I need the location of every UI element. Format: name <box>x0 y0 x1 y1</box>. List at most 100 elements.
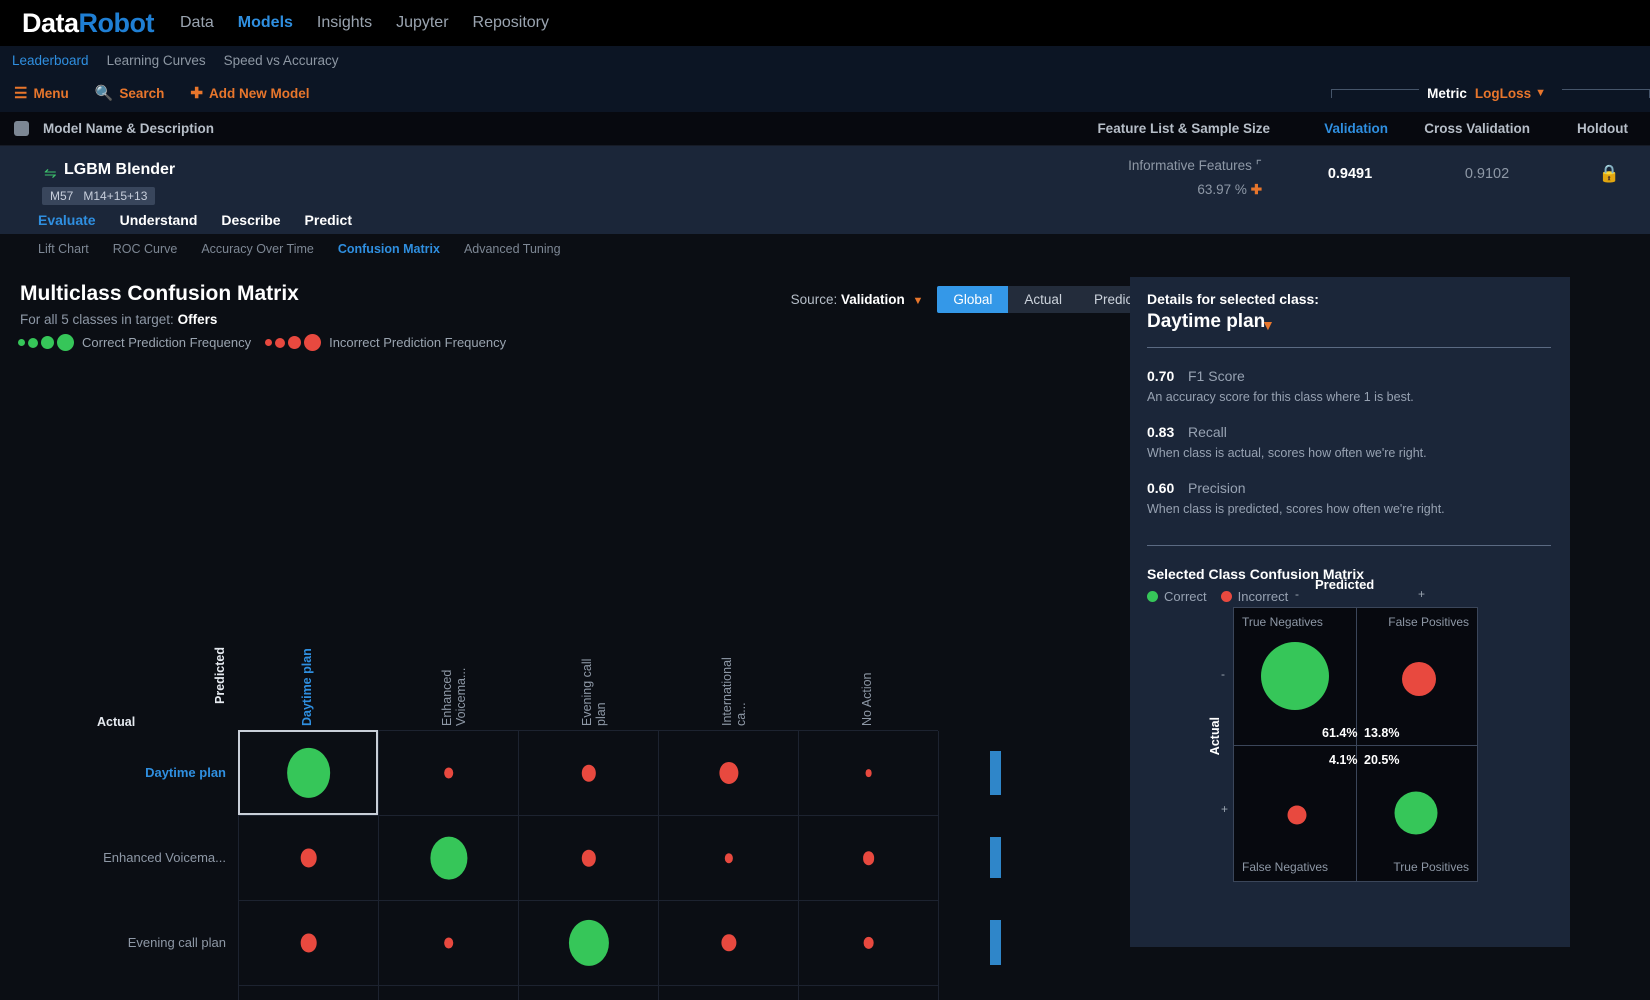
matrix-cell[interactable] <box>799 986 939 1000</box>
chevron-down-icon[interactable]: ▼ <box>1535 87 1546 99</box>
matrix-cell[interactable] <box>519 731 659 816</box>
source-selector[interactable]: Source: Validation ▼ <box>791 292 924 307</box>
matrix-row-label[interactable]: Enhanced Voicema... <box>0 850 226 865</box>
hamburger-icon: ☰ <box>14 86 27 101</box>
column-header-feature-list: Feature List & Sample Size <box>1097 121 1270 136</box>
matrix-bubble <box>721 934 736 951</box>
matrix-cell[interactable] <box>239 986 379 1000</box>
leaderboard-model-row[interactable]: ⇋ LGBM Blender M57 M14+15+13 Informative… <box>0 146 1650 206</box>
stat-precision-name: Precision <box>1188 480 1246 496</box>
quadrant-label-true-negatives: True Negatives <box>1242 615 1323 629</box>
subnav-item-leaderboard[interactable]: Leaderboard <box>12 53 89 68</box>
add-new-model-label: Add New Model <box>209 86 310 101</box>
lock-icon[interactable]: 🔒 <box>1599 164 1620 184</box>
panel-legend-incorrect: Incorrect <box>1238 589 1289 604</box>
subtab-advanced-tuning[interactable]: Advanced Tuning <box>464 242 561 256</box>
matrix-cell[interactable] <box>799 816 939 901</box>
legend-incorrect-dots <box>265 334 321 351</box>
matrix-column-label[interactable]: Evening call plan <box>580 646 608 726</box>
stat-f1-value: 0.70 <box>1147 368 1174 384</box>
segment-global[interactable]: Global <box>937 286 1008 313</box>
matrix-column-label[interactable]: Daytime plan <box>300 646 314 726</box>
subtab-lift-chart[interactable]: Lift Chart <box>38 242 89 256</box>
matrix-column-label[interactable]: No Action <box>860 646 874 726</box>
confusion-matrix[interactable] <box>238 730 938 1000</box>
quadrant-pct-true-positives: 20.5% <box>1364 753 1399 767</box>
matrix-row-label[interactable]: Evening call plan <box>0 935 226 950</box>
tab-understand[interactable]: Understand <box>120 212 198 228</box>
matrix-axis-predicted: Predicted <box>213 647 233 704</box>
bubble-true-negatives[interactable] <box>1261 642 1329 710</box>
matrix-cell[interactable] <box>519 816 659 901</box>
subtab-confusion-matrix[interactable]: Confusion Matrix <box>338 242 440 256</box>
matrix-cell[interactable] <box>379 986 519 1000</box>
bubble-false-positives[interactable] <box>1402 662 1436 696</box>
plus-icon: ✚ <box>190 86 203 101</box>
matrix-cell[interactable] <box>519 901 659 986</box>
matrix-row-label[interactable]: Daytime plan <box>0 765 226 780</box>
nav-item-repository[interactable]: Repository <box>473 14 549 32</box>
matrix-cell[interactable] <box>379 731 519 816</box>
evaluate-sub-tab-bar: Lift Chart ROC Curve Accuracy Over Time … <box>0 234 1650 264</box>
model-name: LGBM Blender <box>64 161 175 179</box>
matrix-column-label[interactable]: International ca... <box>720 646 748 726</box>
brand-second: Robot <box>79 8 154 38</box>
matrix-cell[interactable] <box>519 986 659 1000</box>
matrix-cell[interactable] <box>659 731 799 816</box>
tab-predict[interactable]: Predict <box>305 212 352 228</box>
stat-recall-desc: When class is actual, scores how often w… <box>1147 446 1427 460</box>
tab-describe[interactable]: Describe <box>221 212 280 228</box>
bubble-true-positives[interactable] <box>1395 791 1438 834</box>
nav-item-models[interactable]: Models <box>238 14 293 32</box>
subtab-roc-curve[interactable]: ROC Curve <box>113 242 178 256</box>
brand-first: Data <box>22 8 79 38</box>
chart-legend: Correct Prediction Frequency Incorrect P… <box>18 334 520 351</box>
matrix-cell[interactable] <box>379 816 519 901</box>
matrix-cell[interactable] <box>379 901 519 986</box>
column-header-cross-validation[interactable]: Cross Validation <box>1424 121 1530 136</box>
tab-evaluate[interactable]: Evaluate <box>38 212 96 228</box>
nav-item-data[interactable]: Data <box>180 14 214 32</box>
subnav-item-speed-vs-accuracy[interactable]: Speed vs Accuracy <box>224 53 339 68</box>
feature-list-name: Informative Features <box>1128 158 1252 173</box>
chart-subtitle-prefix: For all 5 classes in target: <box>20 312 174 327</box>
action-toolbar: ☰ Menu 🔍 Search ✚ Add New Model Metric L… <box>0 74 1650 112</box>
chevron-down-icon[interactable]: ▼ <box>1261 317 1275 333</box>
search-button[interactable]: 🔍 Search <box>95 86 165 101</box>
stat-recall-value: 0.83 <box>1147 424 1174 440</box>
menu-button[interactable]: ☰ Menu <box>14 86 69 101</box>
plus-icon[interactable]: ✚ <box>1251 182 1262 197</box>
add-new-model-button[interactable]: ✚ Add New Model <box>190 86 309 101</box>
matrix-cell[interactable] <box>659 816 799 901</box>
bubble-false-negatives[interactable] <box>1288 806 1307 825</box>
matrix-cell[interactable] <box>799 731 939 816</box>
nav-item-jupyter[interactable]: Jupyter <box>396 14 448 32</box>
matrix-cell[interactable] <box>239 731 379 816</box>
matrix-cell[interactable] <box>659 901 799 986</box>
validation-score: 0.9491 <box>1300 166 1400 182</box>
column-header-holdout[interactable]: Holdout <box>1577 121 1628 136</box>
metric-selector-group: Metric LogLoss ▼ <box>1331 74 1650 112</box>
subnav-item-learning-curves[interactable]: Learning Curves <box>107 53 206 68</box>
matrix-cell[interactable] <box>239 901 379 986</box>
subtab-accuracy-over-time[interactable]: Accuracy Over Time <box>201 242 314 256</box>
mini-confusion-matrix[interactable]: True Negatives False Positives False Neg… <box>1233 607 1478 882</box>
matrix-bubble <box>444 767 454 778</box>
search-label: Search <box>119 86 164 101</box>
page-title: Multiclass Confusion Matrix <box>20 282 299 306</box>
matrix-cell[interactable] <box>659 986 799 1000</box>
quadrant-label-false-positives: False Positives <box>1388 615 1469 629</box>
segment-actual[interactable]: Actual <box>1008 286 1078 313</box>
matrix-column-label[interactable]: Enhanced Voicema... <box>440 646 468 726</box>
column-header-validation[interactable]: Validation <box>1324 121 1388 136</box>
stat-precision-desc: When class is predicted, scores how ofte… <box>1147 502 1445 516</box>
mini-tick-pred-minus: - <box>1295 587 1299 601</box>
select-all-checkbox[interactable] <box>14 121 29 136</box>
correct-dot-icon <box>1147 591 1158 602</box>
matrix-cell[interactable] <box>799 901 939 986</box>
metric-value[interactable]: LogLoss <box>1475 86 1531 101</box>
matrix-cell[interactable] <box>239 816 379 901</box>
nav-item-insights[interactable]: Insights <box>317 14 372 32</box>
datarobot-logo[interactable]: DataRobot <box>22 8 154 39</box>
matrix-bubble <box>863 851 875 865</box>
